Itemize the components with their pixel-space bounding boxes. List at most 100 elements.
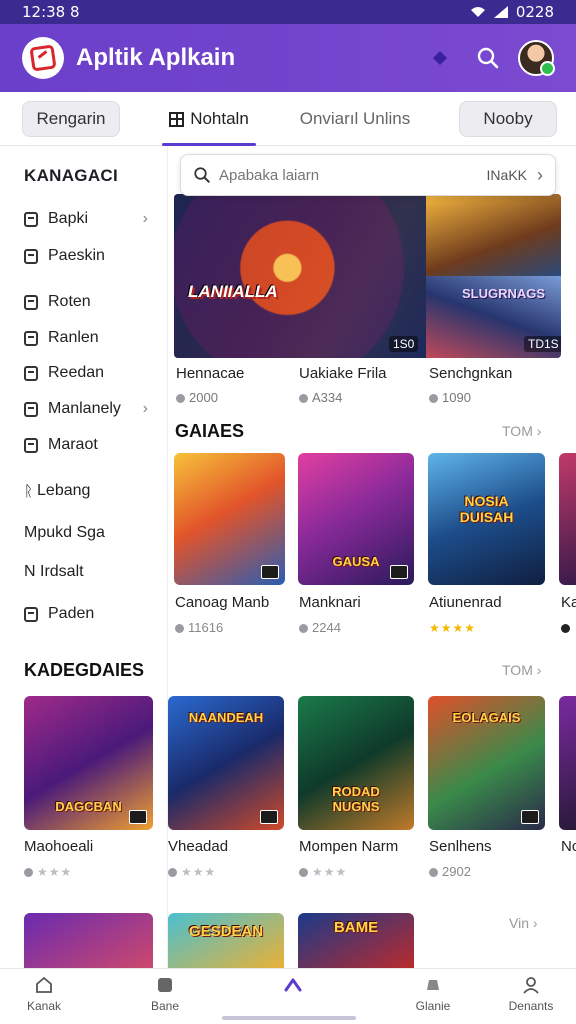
file-icon xyxy=(24,437,38,453)
game-card[interactable]: GAUSA xyxy=(298,453,414,585)
home-indicator xyxy=(222,1016,356,1020)
game-card[interactable] xyxy=(174,453,285,585)
sidebar-item-reedan[interactable]: Reedan xyxy=(24,360,152,386)
category-meta: 2902 xyxy=(429,864,471,879)
banner-logo-right: SLUGRNAGS xyxy=(462,286,546,301)
chevron-right-icon[interactable]: › xyxy=(537,165,543,186)
category-card[interactable]: RODAD NUGNS xyxy=(298,696,414,830)
see-more-games[interactable]: TOM › xyxy=(502,423,541,439)
nav-item-bane[interactable]: Bane xyxy=(125,975,205,1013)
row-card[interactable]: BAME xyxy=(298,913,414,973)
nav-item-denants[interactable]: Denants xyxy=(491,975,571,1013)
edit-icon: ᚱ xyxy=(24,482,34,500)
library-icon xyxy=(158,978,172,992)
sidebar-item-maraot[interactable]: Maraot xyxy=(24,432,152,458)
sidebar-item-mpukd-sga[interactable]: Mpukd Sga xyxy=(24,520,152,546)
check-icon xyxy=(24,330,38,346)
featured-banner[interactable]: LANIIALLA SLUGRNAGS 1S0 TD1S xyxy=(174,194,561,358)
tab-bar: Rengarin Nohtaln Onviarıl Unlins Nooby xyxy=(0,92,576,146)
search-input[interactable] xyxy=(219,166,487,184)
platform-badge-icon xyxy=(390,565,408,579)
nav-item-glanie[interactable]: Glanie xyxy=(393,975,473,1013)
tab-rengarin[interactable]: Rengarin xyxy=(22,101,120,137)
category-title[interactable]: Nc xyxy=(561,838,576,855)
platform-badge-icon xyxy=(260,810,278,824)
sidebar-item-irdsalt[interactable]: N Irdsalt xyxy=(24,559,152,585)
banner-tag: 1S0 xyxy=(389,336,419,352)
platform-badge-icon xyxy=(521,810,539,824)
status-icons: 0228 xyxy=(470,3,554,21)
banner-caption[interactable]: Uakiake Frila xyxy=(299,365,387,382)
nav-item-kanak[interactable]: Kanak xyxy=(4,975,84,1013)
game-card[interactable] xyxy=(559,453,576,585)
banner-tag: TD1S xyxy=(524,336,561,352)
status-time: 12:38 8 xyxy=(22,3,80,21)
sidebar-item-ranlen[interactable]: Ranlen xyxy=(24,325,152,351)
banner-logo-left: LANIIALLA xyxy=(188,282,278,301)
grid-icon xyxy=(169,111,185,127)
category-title[interactable]: Mompen Narm xyxy=(299,838,398,855)
game-title[interactable]: Canoag Manb xyxy=(175,594,269,611)
game-card[interactable]: NOSIA DUISAH xyxy=(428,453,545,585)
game-title[interactable]: Ka xyxy=(561,594,576,611)
rating-stars-icon: ★★★ xyxy=(24,864,72,879)
status-indicator-icon[interactable] xyxy=(420,38,460,78)
game-meta: 11616 xyxy=(175,620,223,635)
banner-caption[interactable]: Hennacae xyxy=(176,365,244,382)
rating-stars-icon: ★★★ xyxy=(299,864,347,879)
wifi-icon xyxy=(470,7,485,17)
category-card[interactable]: EOLAGAIS xyxy=(428,696,545,830)
chevron-right-icon: › xyxy=(142,400,148,417)
category-title[interactable]: Vheadad xyxy=(168,838,228,855)
search-bar[interactable]: INaKK › xyxy=(180,154,556,196)
search-filter-label[interactable]: INaKK xyxy=(487,167,527,183)
game-title[interactable]: Manknari xyxy=(299,594,361,611)
list-icon xyxy=(24,365,38,381)
app-title: Apltik Aplkain xyxy=(76,44,236,71)
see-more-row[interactable]: Vin › xyxy=(509,915,538,931)
home-icon xyxy=(36,976,52,993)
arrow-up-icon xyxy=(284,978,302,992)
sidebar-item-lebang[interactable]: ᚱ Lebang xyxy=(24,478,152,504)
row-card[interactable] xyxy=(24,913,153,973)
nav-item-active[interactable] xyxy=(253,975,333,999)
category-card[interactable]: NAANDEAH xyxy=(168,696,284,830)
status-battery-text: 0228 xyxy=(515,3,554,21)
note-icon xyxy=(24,401,38,417)
tab-nooby[interactable]: Nooby xyxy=(459,101,557,137)
sidebar-item-paeskin[interactable]: Paeskin xyxy=(24,243,152,269)
app-bar: Apltik Aplkain xyxy=(0,24,576,92)
section-title-games: GAIAES xyxy=(175,421,245,441)
banner-meta: 1090 xyxy=(429,390,471,405)
banner-caption[interactable]: Senchgnkan xyxy=(429,365,512,382)
see-more-categories[interactable]: TOM › xyxy=(502,662,541,678)
row-card[interactable]: GESDEAN xyxy=(168,913,284,973)
banner-meta: A334 xyxy=(299,390,342,405)
sidebar-item-manlanely[interactable]: Manlanely › xyxy=(24,396,152,422)
game-title[interactable]: Atiunenrad xyxy=(429,594,502,611)
folder-icon xyxy=(24,248,38,264)
app-logo xyxy=(22,37,64,79)
rating-stars-icon: ★★★★ xyxy=(429,621,477,635)
sidebar-item-roten[interactable]: Roten xyxy=(24,289,152,315)
chevron-right-icon: › xyxy=(142,210,148,227)
search-icon xyxy=(194,167,210,183)
user-avatar[interactable] xyxy=(518,40,555,76)
banner-meta: 2000 xyxy=(176,390,218,405)
platform-badge-icon xyxy=(261,565,279,579)
search-icon[interactable] xyxy=(468,38,508,78)
tab-nohtaln[interactable]: Nohtaln xyxy=(162,101,256,146)
sidebar-item-bapki[interactable]: Bapki › xyxy=(24,206,152,232)
category-card[interactable]: DAGCBAN xyxy=(24,696,153,830)
sidebar-item-paden[interactable]: Paden xyxy=(24,601,152,627)
page-icon xyxy=(24,606,38,622)
game-meta: 2244 xyxy=(299,620,341,635)
category-card[interactable] xyxy=(559,696,576,830)
platform-badge-icon xyxy=(129,810,147,824)
bell-icon xyxy=(427,980,439,990)
section-title-categories: KADEGDAIES xyxy=(24,660,145,680)
tab-onviaril-unlins[interactable]: Onviarıl Unlins xyxy=(292,101,418,137)
game-meta xyxy=(561,620,574,635)
category-title[interactable]: Maohoeali xyxy=(24,838,93,855)
category-title[interactable]: Senlhens xyxy=(429,838,492,855)
